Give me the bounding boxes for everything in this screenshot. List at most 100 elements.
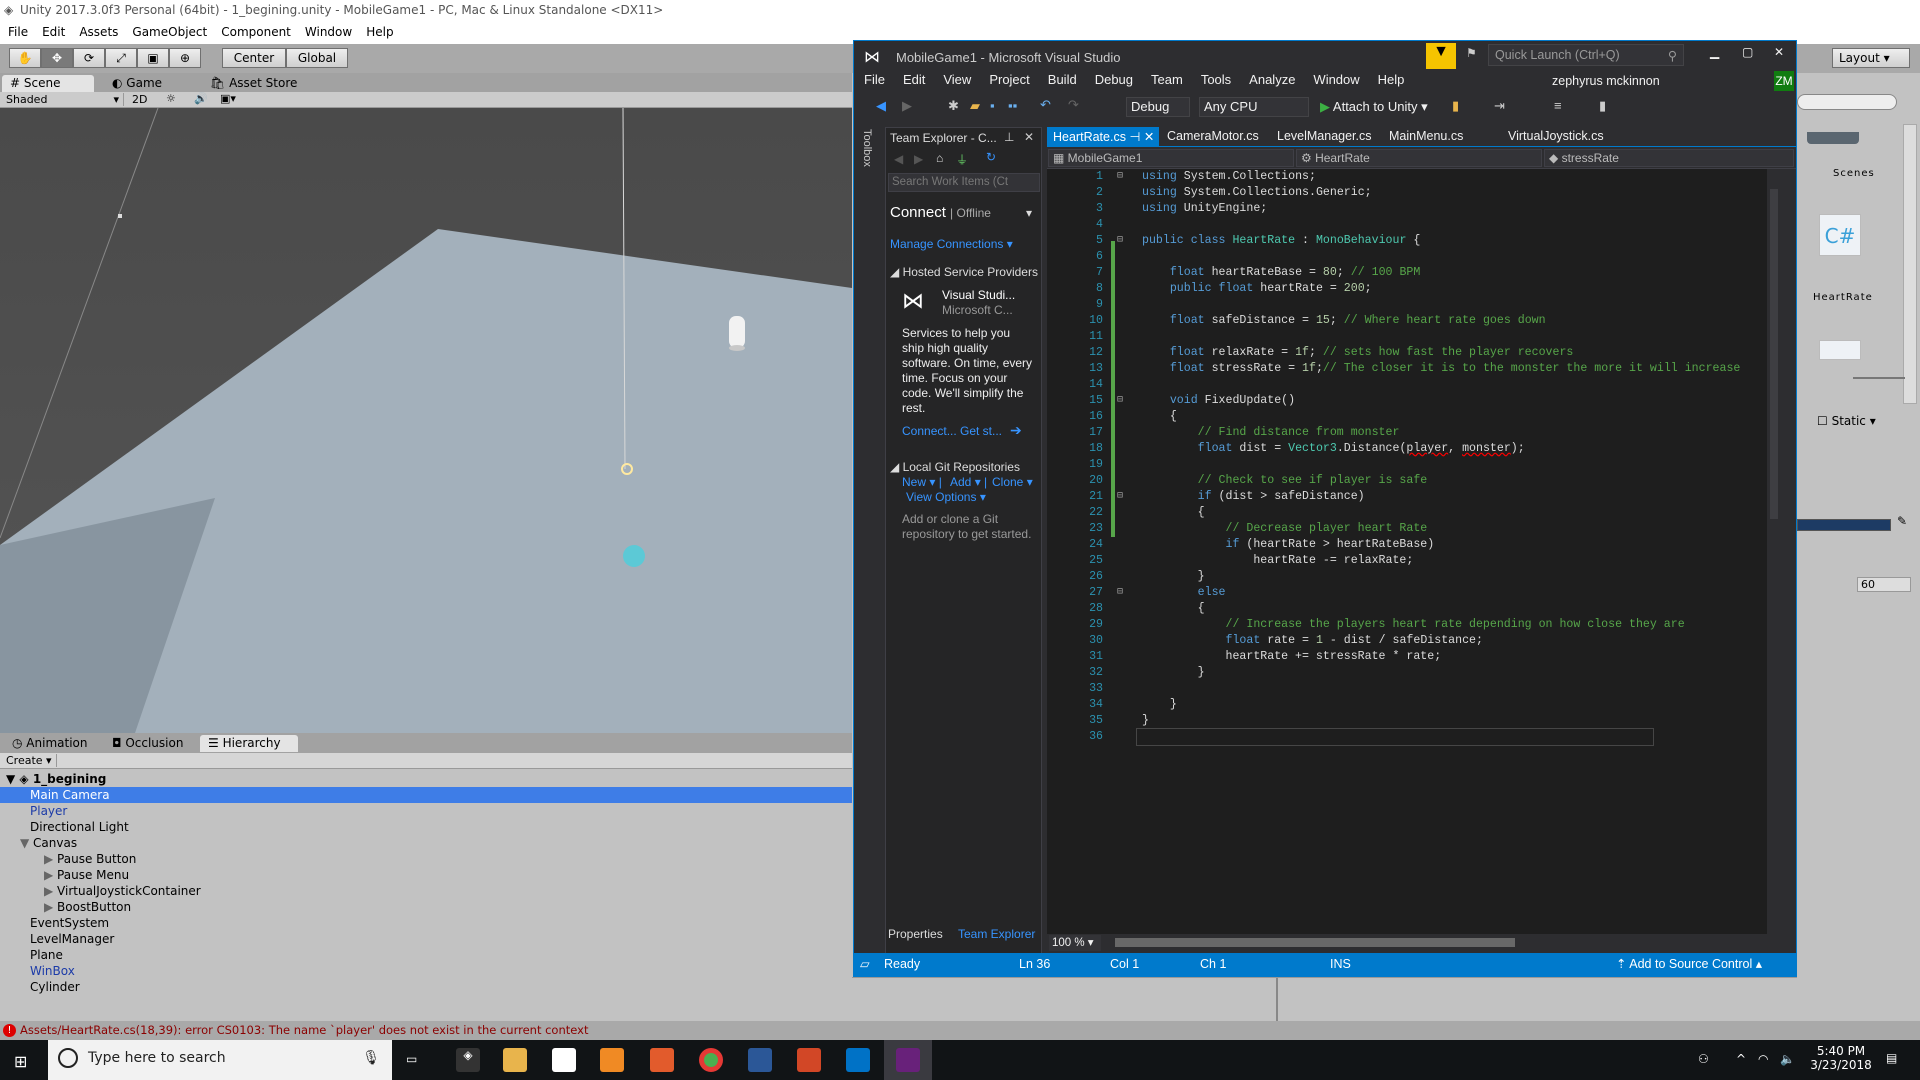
hierarchy-item[interactable]: Plane xyxy=(0,947,852,963)
menu-gameobject[interactable]: GameObject xyxy=(132,25,207,44)
fov-value-field[interactable]: 60 xyxy=(1857,577,1911,592)
panel-divider[interactable] xyxy=(1276,978,1278,1022)
code-line[interactable]: 34 } xyxy=(1047,697,1781,713)
vs-menu-view[interactable]: View xyxy=(943,72,971,87)
user-avatar[interactable]: ZM xyxy=(1774,71,1794,91)
code-line[interactable]: 9 xyxy=(1047,297,1781,313)
paint-icon[interactable] xyxy=(650,1048,674,1072)
fold-icon[interactable]: ⊟ xyxy=(1117,233,1123,249)
class-dropdown[interactable]: ⚙ HeartRate xyxy=(1296,149,1542,167)
vs-menu-file[interactable]: File xyxy=(864,72,885,87)
notifications-icon[interactable]: ⚑ xyxy=(1466,46,1477,60)
powerpoint-icon[interactable] xyxy=(797,1048,821,1072)
code-line[interactable]: 13 float stressRate = 1f;// The closer i… xyxy=(1047,361,1781,377)
csharp-script-icon-2[interactable] xyxy=(1819,340,1861,360)
outlook-icon[interactable] xyxy=(846,1048,870,1072)
collapse-arrow-icon[interactable]: ▶ xyxy=(44,868,57,882)
attach-button[interactable]: ▶ Attach to Unity ▾ xyxy=(1320,99,1428,115)
unity-taskbar-icon[interactable]: ◈ xyxy=(456,1048,480,1072)
platform-dropdown[interactable]: Any CPU xyxy=(1199,97,1309,117)
solution-explorer-icon[interactable]: ▮ xyxy=(1452,98,1459,114)
zoom-dropdown[interactable]: 100 % ▾ xyxy=(1049,935,1101,951)
vs-menu-debug[interactable]: Debug xyxy=(1095,72,1133,87)
menu-file[interactable]: File xyxy=(8,25,28,44)
vertical-scrollbar[interactable] xyxy=(1767,169,1781,934)
people-icon[interactable]: ⚇ xyxy=(1698,1052,1709,1066)
code-line[interactable]: 18 float dist = Vector3.Distance(player,… xyxy=(1047,441,1781,457)
hierarchy-item[interactable]: Directional Light xyxy=(0,819,852,835)
refresh-icon[interactable]: ↻ xyxy=(986,150,996,164)
home-icon[interactable]: ⌂ xyxy=(936,151,943,165)
hierarchy-item[interactable]: ▼ Canvas xyxy=(0,835,852,851)
vs-menu-project[interactable]: Project xyxy=(989,72,1029,87)
code-line[interactable]: 10 float safeDistance = 15; // Where hea… xyxy=(1047,313,1781,329)
move-tool-icon[interactable]: ✥ xyxy=(41,48,73,68)
volume-icon[interactable]: 🔈 xyxy=(1780,1052,1795,1066)
step-icon[interactable]: ⇥ xyxy=(1494,98,1505,114)
tab-virtualjoystick[interactable]: VirtualJoystick.cs xyxy=(1502,127,1610,147)
menu-assets[interactable]: Assets xyxy=(79,25,118,44)
collapse-arrow-icon[interactable]: ▶ xyxy=(44,884,57,898)
tab-game[interactable]: ◐ Game xyxy=(104,75,170,92)
close-tab-icon[interactable]: ✕ xyxy=(1144,130,1154,144)
code-line[interactable]: 32 } xyxy=(1047,665,1781,681)
status-ins[interactable]: INS xyxy=(1330,953,1351,976)
scenes-folder-icon[interactable] xyxy=(1807,132,1859,144)
clone-repo-link[interactable]: Clone ▾ xyxy=(992,475,1033,489)
code-line[interactable]: 26 } xyxy=(1047,569,1781,585)
arrow-circle-icon[interactable]: ➔ xyxy=(1010,422,1022,439)
pin-icon[interactable]: ⊥ xyxy=(1004,130,1014,144)
menu-edit[interactable]: Edit xyxy=(42,25,65,44)
properties-tab[interactable]: Properties xyxy=(888,927,943,941)
save-all-icon[interactable]: ▪▪ xyxy=(1008,98,1017,113)
icon-size-slider[interactable] xyxy=(1853,377,1905,379)
close-panel-icon[interactable]: ✕ xyxy=(1024,130,1034,144)
back-icon[interactable]: ◀ xyxy=(894,152,903,166)
hierarchy-item[interactable]: ▶ VirtualJoystickContainer xyxy=(0,883,852,899)
tab-levelmanager[interactable]: LevelManager.cs xyxy=(1271,127,1378,147)
tab-mainmenu[interactable]: MainMenu.cs xyxy=(1383,127,1469,147)
connect-dropdown-icon[interactable]: ▾ xyxy=(1026,206,1032,220)
tab-hierarchy[interactable]: ☰ Hierarchy xyxy=(200,735,298,752)
scale-tool-icon[interactable]: ⤢ xyxy=(105,48,137,68)
vs-taskbar-button[interactable] xyxy=(884,1040,932,1080)
code-line[interactable]: 7 float heartRateBase = 80; // 100 BPM xyxy=(1047,265,1781,281)
layout-dropdown[interactable]: Layout ▾ xyxy=(1832,48,1910,68)
background-color-field[interactable] xyxy=(1797,519,1891,531)
code-line[interactable]: 3 using UnityEngine; xyxy=(1047,201,1781,217)
start-button[interactable]: ⊞ xyxy=(14,1052,27,1071)
horizontal-scrollbar[interactable] xyxy=(1115,938,1515,947)
code-editor[interactable]: 1 using System.Collections; ⊟ 2 using System… xyxy=(1047,169,1781,934)
vs-menu-analyze[interactable]: Analyze xyxy=(1249,72,1295,87)
hierarchy-item[interactable]: LevelManager xyxy=(0,931,852,947)
hierarchy-item[interactable]: EventSystem xyxy=(0,915,852,931)
get-started-link[interactable]: Get st... xyxy=(960,424,1002,438)
file-explorer-icon[interactable] xyxy=(503,1048,527,1072)
forward-icon[interactable]: ▶ xyxy=(914,152,923,166)
code-line[interactable]: 16 { xyxy=(1047,409,1781,425)
vs-menu-build[interactable]: Build xyxy=(1048,72,1077,87)
view-options-link[interactable]: View Options ▾ xyxy=(906,490,986,504)
code-line[interactable]: 11 xyxy=(1047,329,1781,345)
player-sphere[interactable] xyxy=(623,545,645,567)
expand-arrow-icon[interactable]: ▼ xyxy=(20,836,33,850)
code-line[interactable]: 2 using System.Collections.Generic; xyxy=(1047,185,1781,201)
2d-toggle[interactable]: 2D xyxy=(132,93,156,106)
scene-view[interactable] xyxy=(0,108,852,733)
hierarchy-item[interactable]: ▶ BoostButton xyxy=(0,899,852,915)
undo-icon[interactable]: ↶ xyxy=(1040,97,1051,113)
tab-animation[interactable]: ◷ Animation xyxy=(4,735,95,752)
vs-menu-edit[interactable]: Edit xyxy=(903,72,925,87)
tray-chevron-icon[interactable]: ^ xyxy=(1736,1052,1746,1066)
code-line[interactable]: 29 // Increase the players heart rate de… xyxy=(1047,617,1781,633)
manage-connections-link[interactable]: Manage Connections ▾ xyxy=(890,237,1013,251)
toolbox-strip[interactable]: Toolbox xyxy=(854,121,882,976)
chrome-icon[interactable] xyxy=(699,1048,723,1072)
action-center-icon[interactable]: ▤ xyxy=(1886,1051,1897,1065)
code-line[interactable]: 15 void FixedUpdate() ⊟ xyxy=(1047,393,1781,409)
menu-help[interactable]: Help xyxy=(366,25,393,44)
collapse-arrow-icon[interactable]: ▶ xyxy=(44,900,57,914)
clock[interactable]: 5:40 PM 3/23/2018 xyxy=(1806,1044,1876,1072)
word-icon[interactable] xyxy=(748,1048,772,1072)
microphone-icon[interactable]: 🎙 xyxy=(362,1050,380,1066)
